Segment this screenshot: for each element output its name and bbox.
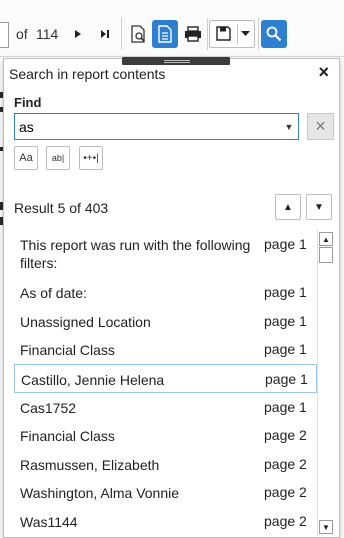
result-text: Financial Class <box>20 428 115 444</box>
result-row[interactable]: Financial Class page 1 <box>14 335 317 364</box>
next-page-button[interactable] <box>65 20 91 48</box>
printer-icon <box>185 26 201 42</box>
result-page: page 2 <box>264 484 307 500</box>
regex-toggle[interactable]: •+•| <box>79 146 103 170</box>
result-page: page 1 <box>265 371 308 387</box>
search-input[interactable] <box>15 114 284 139</box>
result-row[interactable]: Unassigned Location page 1 <box>14 307 317 335</box>
result-row[interactable]: Was1144 page 2 <box>14 507 317 536</box>
page-count: 114 <box>36 26 59 42</box>
result-text: Was1144 <box>20 514 78 530</box>
next-page-icon <box>75 30 81 38</box>
result-page: page 2 <box>264 456 307 472</box>
print-preview-button[interactable] <box>125 20 151 48</box>
search-toggle-button[interactable] <box>261 20 287 48</box>
result-summary: Result 5 of 403 <box>14 200 109 216</box>
export-split-button[interactable] <box>209 20 255 48</box>
find-label: Find <box>14 95 42 110</box>
result-page: page 2 <box>264 427 307 443</box>
result-row[interactable]: As of date: page 1 <box>14 278 317 307</box>
result-text: Unassigned Location <box>20 314 151 330</box>
result-page: page 1 <box>264 236 307 252</box>
clear-search-button[interactable]: × <box>307 113 334 140</box>
results-list: This report was run with the following f… <box>14 230 317 536</box>
close-icon[interactable]: × <box>318 63 329 81</box>
result-page: page 1 <box>264 284 307 300</box>
result-text: Financial Class <box>20 342 115 358</box>
toolbar-divider <box>258 18 259 50</box>
scrollbar-thumb[interactable] <box>319 247 333 263</box>
page-of-label: of <box>16 26 28 42</box>
result-row[interactable]: Castillo, Jennie Helena page 1 <box>14 364 317 393</box>
previous-result-button[interactable]: ▲ <box>275 194 301 220</box>
result-text: Rasmussen, Elizabeth <box>20 457 160 473</box>
result-row[interactable]: Financial Class page 2 <box>14 421 317 450</box>
search-panel: Search in report contents × Find ▼ × Aa … <box>3 57 340 538</box>
toolbar-divider <box>121 18 122 50</box>
last-page-button[interactable] <box>92 20 118 48</box>
result-page: page 1 <box>264 399 307 415</box>
save-icon <box>216 26 231 41</box>
triangle-up-icon: ▲ <box>283 201 293 213</box>
result-row[interactable]: Washington, Alma Vonnie page 2 <box>14 478 317 507</box>
result-text: As of date: <box>20 285 87 301</box>
result-text: This report was run with the following f… <box>20 237 251 271</box>
page-number-input[interactable] <box>0 22 9 48</box>
panel-title: Search in report contents <box>9 66 166 82</box>
find-combobox[interactable]: ▼ <box>14 113 299 140</box>
scroll-down-button[interactable]: ▼ <box>319 520 333 534</box>
document-icon <box>158 25 172 43</box>
close-icon: × <box>315 116 326 136</box>
print-button[interactable] <box>180 20 206 48</box>
result-row[interactable]: Cas1752 page 1 <box>14 393 317 421</box>
whole-word-toggle[interactable]: ab| <box>46 146 70 170</box>
toggle-document-map-button[interactable] <box>152 20 178 48</box>
document-magnify-icon <box>131 25 145 43</box>
result-page: page 1 <box>264 341 307 357</box>
result-text: Castillo, Jennie Helena <box>21 372 165 388</box>
report-toolbar: of 114 <box>0 0 344 57</box>
result-page: page 1 <box>264 313 307 329</box>
chevron-down-icon[interactable]: ▼ <box>280 114 298 139</box>
last-page-icon <box>101 30 109 38</box>
search-icon <box>266 26 282 42</box>
result-row[interactable]: Rasmussen, Elizabeth page 2 <box>14 450 317 478</box>
result-text: Washington, Alma Vonnie <box>20 485 180 501</box>
split-divider <box>237 24 238 44</box>
results-scrollbar[interactable]: ▲ ▼ <box>317 230 333 536</box>
result-row[interactable]: This report was run with the following f… <box>14 230 317 276</box>
scroll-up-button[interactable]: ▲ <box>319 232 333 246</box>
drag-handle[interactable] <box>122 57 230 65</box>
result-text: Cas1752 <box>20 400 77 416</box>
next-result-button[interactable]: ▼ <box>306 194 332 220</box>
result-page: page 2 <box>264 513 307 529</box>
match-case-toggle[interactable]: Aa <box>14 146 38 170</box>
toolbar-divider <box>207 18 208 50</box>
triangle-down-icon: ▼ <box>314 201 324 213</box>
chevron-down-icon <box>241 31 250 36</box>
